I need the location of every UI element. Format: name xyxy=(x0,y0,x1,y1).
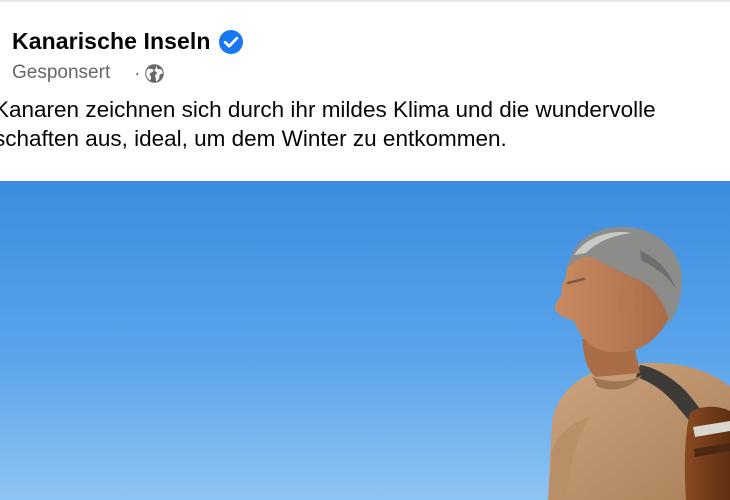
post-header: Kanarische Inseln xyxy=(12,28,244,55)
sponsored-label[interactable]: Gesponsert xyxy=(12,62,110,84)
sponsored-post: Kanarische Inseln Gesponsert · Kanaren z… xyxy=(0,0,730,500)
caption-line: schaften aus, ideal, um dem Winter zu en… xyxy=(0,126,507,151)
globe-icon[interactable] xyxy=(144,63,165,84)
post-caption: Kanaren zeichnen sich durch ihr mildes K… xyxy=(0,95,730,153)
post-top-divider xyxy=(0,0,730,2)
meta-separator: · xyxy=(134,62,141,83)
post-meta: Gesponsert · xyxy=(12,62,165,84)
caption-line: Kanaren zeichnen sich durch ihr mildes K… xyxy=(0,97,656,122)
verified-badge-icon xyxy=(218,29,244,55)
post-image[interactable] xyxy=(0,181,730,500)
page-name-link[interactable]: Kanarische Inseln xyxy=(12,28,211,55)
